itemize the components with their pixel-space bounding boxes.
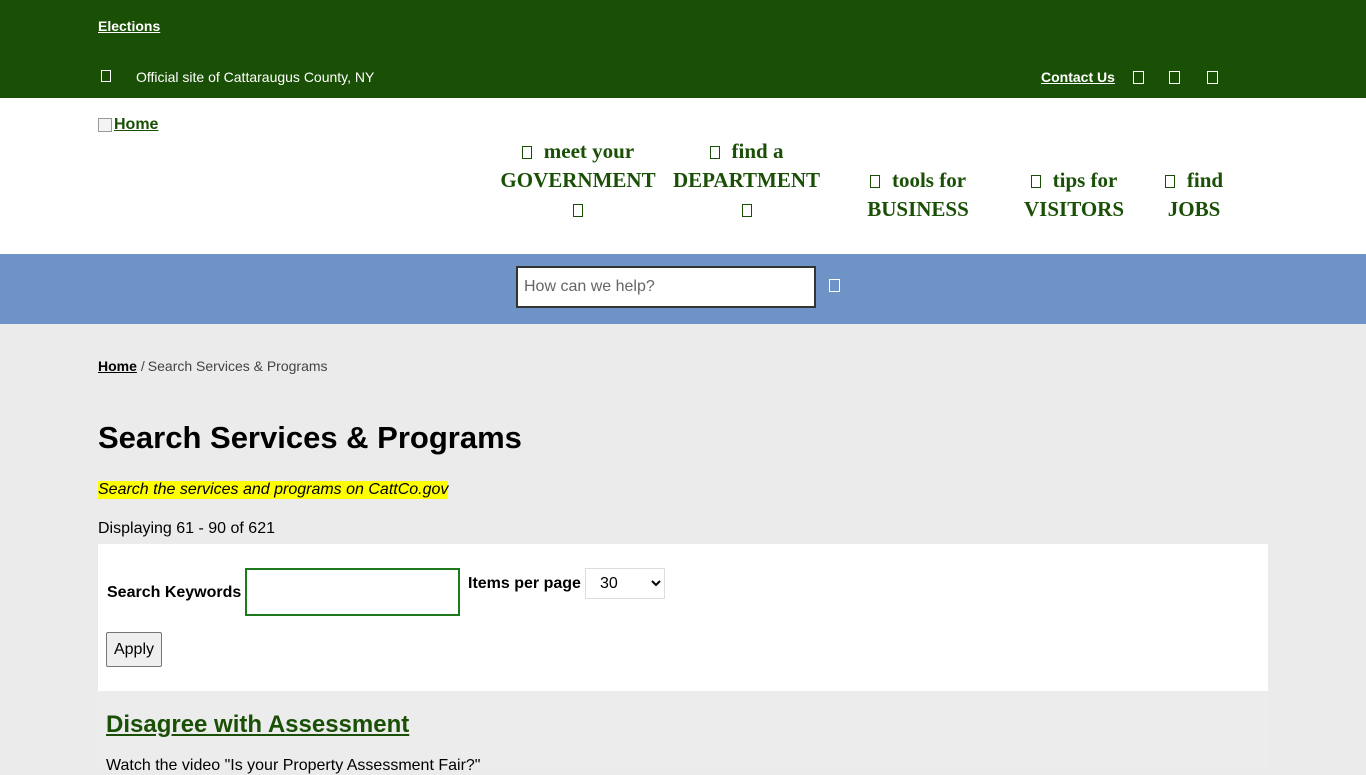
broken-image-icon [98,118,112,132]
filter-form: Search Keywords Items per page 30 Apply [98,544,1268,691]
chevron-down-icon[interactable] [573,204,583,217]
nav-line1: find a [731,139,784,163]
results-count: Displaying 61 - 90 of 621 [98,520,275,537]
logo-alt-text: Home [114,116,159,133]
apply-button[interactable]: Apply [106,632,162,667]
nav-line2: GOVERNMENT [500,168,656,192]
site-search-input[interactable] [516,266,816,308]
breadcrumb-home-link[interactable]: Home [98,358,137,374]
search-icon[interactable] [829,279,840,292]
map-pin-icon [1030,175,1041,188]
home-logo-link[interactable]: Home [98,116,158,134]
nav-line2: DEPARTMENT [672,168,821,192]
building-icon [521,146,532,159]
nav-find-a-department[interactable]: find a DEPARTMENT [668,137,825,224]
utility-bar: Elections Official site of Cattaraugus C… [0,0,1366,98]
nav-line2: VISITORS [1024,197,1124,221]
keywords-input[interactable] [245,568,460,616]
elections-link[interactable]: Elections [98,18,160,34]
social-icon-2[interactable] [1169,71,1180,84]
social-icon-1[interactable] [1133,71,1144,84]
chevron-down-icon[interactable] [741,204,752,217]
nav-line1: meet your [543,139,635,163]
contact-us-link[interactable]: Contact Us [1041,69,1115,85]
briefcase-icon [869,175,880,188]
breadcrumb: Home / Search Services & Programs [98,358,328,374]
nav-tools-for-business[interactable]: tools for BUSINESS [857,166,979,224]
jobs-icon [1164,175,1175,188]
nav-line2: BUSINESS [867,197,969,221]
official-site-text: Official site of Cattaraugus County, NY [136,69,375,85]
site-header: Home meet your GOVERNMENT find a DEPARTM… [0,98,1366,254]
nav-line1: find [1186,168,1224,192]
result-title-link[interactable]: Disagree with Assessment [106,711,409,739]
breadcrumb-current: Search Services & Programs [147,358,328,374]
directory-icon [709,146,720,159]
nav-meet-your-government[interactable]: meet your GOVERNMENT [498,137,658,224]
page-title: Search Services & Programs [98,420,522,455]
page-lead-text: Search the services and programs on Catt… [98,481,449,499]
keywords-label: Search Keywords [107,584,242,601]
nav-line1: tools for [891,168,967,192]
result-description: Watch the video "Is your Property Assess… [106,757,481,774]
nav-line1: tips for [1052,168,1118,192]
site-search-band [0,254,1366,324]
breadcrumb-separator: / [140,358,145,374]
list-item: Disagree with Assessment Watch the video… [98,691,1268,774]
items-per-page-label: Items per page [468,575,581,592]
items-per-page-select[interactable]: 30 [585,568,665,599]
nav-find-jobs[interactable]: find JOBS [1160,166,1228,224]
nav-tips-for-visitors[interactable]: tips for VISITORS [1015,166,1133,224]
social-icon-3[interactable] [1207,71,1218,84]
flag-icon [101,70,111,82]
nav-line2: JOBS [1167,197,1221,221]
